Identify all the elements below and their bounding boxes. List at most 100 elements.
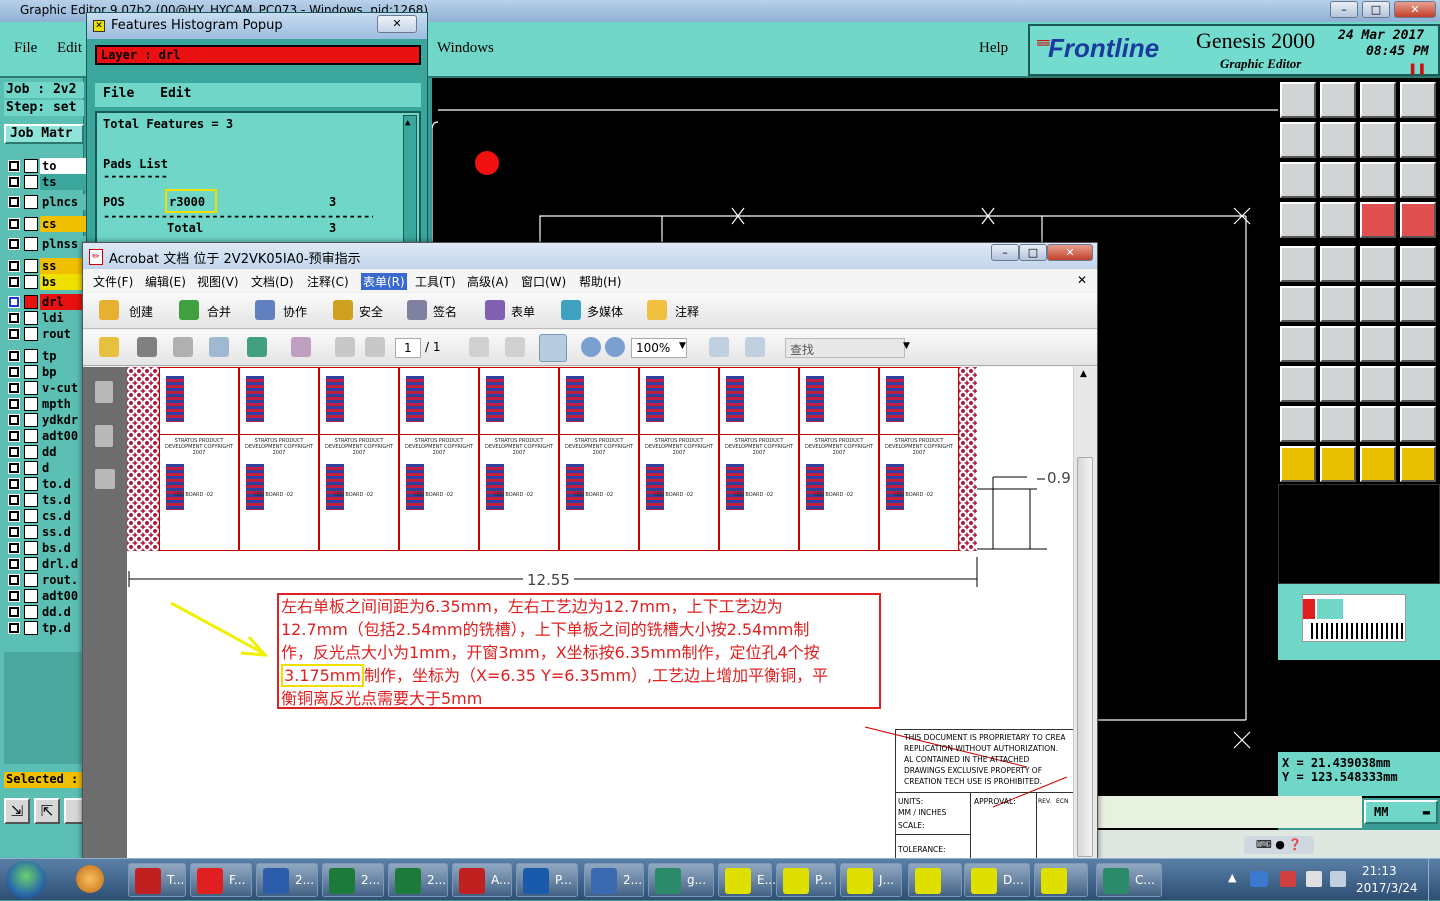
taskbar-app-button[interactable]: 2... — [322, 863, 384, 897]
tray-flag-icon[interactable] — [1280, 871, 1296, 887]
layer-checkbox[interactable] — [8, 558, 20, 570]
pause-icon[interactable]: ❚❚ — [1408, 62, 1426, 75]
zigzag-icon[interactable] — [1400, 122, 1436, 158]
snap-left-icon[interactable] — [1280, 122, 1316, 158]
print-icon[interactable] — [137, 337, 157, 357]
taskbar-app-button[interactable]: C... — [1096, 863, 1162, 897]
signatures-icon[interactable] — [95, 469, 115, 489]
layer-work-icon[interactable] — [24, 349, 38, 363]
pointer-box-icon[interactable] — [1360, 446, 1396, 482]
acro-menu-item[interactable]: 注释(C) — [307, 273, 349, 290]
create-icon[interactable] — [99, 300, 119, 320]
layer-work-icon[interactable] — [24, 159, 38, 173]
layer-row[interactable]: to — [6, 158, 86, 174]
fit-page-icon[interactable] — [745, 337, 765, 357]
taskbar-app-button[interactable]: 2... — [388, 863, 448, 897]
taskbar-app-button[interactable]: E... — [718, 863, 776, 897]
dash-icon[interactable] — [1320, 366, 1356, 402]
zoom-fit-icon[interactable] — [1280, 162, 1316, 198]
layer-row[interactable]: rout — [6, 326, 86, 342]
show-desktop-button[interactable] — [1428, 859, 1440, 901]
color-icon[interactable] — [291, 337, 311, 357]
collaborate-icon[interactable] — [255, 300, 275, 320]
next-page-icon[interactable] — [365, 337, 385, 357]
pointer-yellow-icon[interactable] — [1280, 446, 1316, 482]
layer-row[interactable]: drl — [6, 294, 86, 310]
acro-menu-item[interactable]: 窗口(W) — [521, 273, 566, 290]
taskbar-app-button[interactable]: F... — [190, 863, 252, 897]
layer-checkbox[interactable] — [8, 574, 20, 586]
acro-menu-item[interactable]: 文档(D) — [251, 273, 294, 290]
pen-icon[interactable] — [407, 300, 427, 320]
layer-work-icon[interactable] — [24, 525, 38, 539]
forms-button[interactable]: 表单 — [511, 303, 535, 320]
layer-row[interactable]: drl.d — [6, 556, 86, 572]
menu-help[interactable]: Help — [979, 40, 1008, 57]
layer-row[interactable]: v-cut — [6, 380, 86, 396]
acro-close-button[interactable]: ✕ — [1047, 244, 1093, 261]
layer-work-icon[interactable] — [24, 311, 38, 325]
layer-row[interactable]: ydkdr — [6, 412, 86, 428]
acro-menu-item[interactable]: 工具(T) — [415, 273, 456, 290]
layer-checkbox[interactable] — [8, 196, 20, 208]
hand-icon[interactable] — [505, 337, 525, 357]
ruler-icon[interactable] — [1360, 246, 1396, 282]
layer-work-icon[interactable] — [24, 217, 38, 231]
open-job-icon[interactable] — [1360, 82, 1396, 118]
zoom-tool-icon[interactable] — [539, 334, 567, 362]
layer-checkbox[interactable] — [8, 446, 20, 458]
acro-menu-item[interactable]: 编辑(E) — [145, 273, 186, 290]
triangle-fill-icon[interactable] — [1360, 406, 1396, 442]
layer-work-icon[interactable] — [24, 541, 38, 555]
snap-right-icon[interactable] — [1320, 122, 1356, 158]
home-icon[interactable] — [1280, 82, 1316, 118]
taskbar-app-button[interactable]: 2... — [256, 863, 318, 897]
measure-icon[interactable] — [1280, 202, 1316, 238]
multimedia-icon[interactable] — [561, 300, 581, 320]
taskbar-app-button[interactable]: P... — [516, 863, 578, 897]
layer-checkbox[interactable] — [8, 462, 20, 474]
combine-icon[interactable] — [179, 300, 199, 320]
zoom-in-icon[interactable] — [605, 337, 625, 357]
job-matrix-button[interactable]: Job Matr — [4, 124, 84, 144]
layer-checkbox[interactable] — [8, 542, 20, 554]
create-button[interactable]: 创建 — [129, 303, 153, 320]
layer-row[interactable]: ss — [6, 258, 86, 274]
layer-work-icon[interactable] — [24, 195, 38, 209]
scroll-up-arrow-icon[interactable]: ▲ — [1080, 369, 1087, 379]
popup-close-button[interactable]: ✕ — [377, 15, 417, 33]
taskbar-app-button[interactable]: 2... — [584, 863, 644, 897]
zoom-fit-icon[interactable]: ⇱ — [34, 798, 60, 824]
taskbar-app-button[interactable] — [908, 863, 962, 897]
layer-checkbox[interactable] — [8, 606, 20, 618]
grid-icon[interactable] — [1360, 122, 1396, 158]
taskbar-app-button[interactable]: J... — [840, 863, 902, 897]
popup-menu-file[interactable]: File — [103, 86, 134, 101]
layer-work-icon[interactable] — [24, 381, 38, 395]
select-box-icon[interactable] — [1360, 366, 1396, 402]
triangle-icon[interactable] — [1280, 406, 1316, 442]
acro-menu-item[interactable]: 视图(V) — [197, 273, 239, 290]
layer-checkbox[interactable] — [8, 398, 20, 410]
pinned-app-button[interactable] — [66, 863, 114, 897]
line-icon[interactable] — [1320, 326, 1356, 362]
layer-checkbox[interactable] — [8, 478, 20, 490]
layer-row[interactable]: ts — [6, 174, 86, 190]
layer-work-icon[interactable] — [24, 295, 38, 309]
ime-toolbar[interactable]: ⌨ ● ❓ — [1244, 836, 1314, 854]
multimedia-button[interactable]: 多媒体 — [587, 303, 623, 320]
layer-work-icon[interactable] — [24, 461, 38, 475]
layer-work-icon[interactable] — [24, 429, 38, 443]
save-icon[interactable] — [173, 337, 193, 357]
layer-row[interactable]: plncs — [6, 194, 86, 210]
pdf-scrollbar[interactable]: ▲ — [1073, 367, 1097, 861]
doc-close-icon[interactable]: ✕ — [1077, 273, 1087, 287]
acro-menu-item[interactable]: 表单(R) — [361, 273, 407, 290]
layer-checkbox[interactable] — [8, 276, 20, 288]
layer-row[interactable]: cs.d — [6, 508, 86, 524]
combine-button[interactable]: 合并 — [207, 303, 231, 320]
layer-checkbox[interactable] — [8, 414, 20, 426]
scroll-up-icon[interactable]: ▲ — [405, 118, 410, 128]
layer-work-icon[interactable] — [24, 275, 38, 289]
layer-checkbox[interactable] — [8, 510, 20, 522]
